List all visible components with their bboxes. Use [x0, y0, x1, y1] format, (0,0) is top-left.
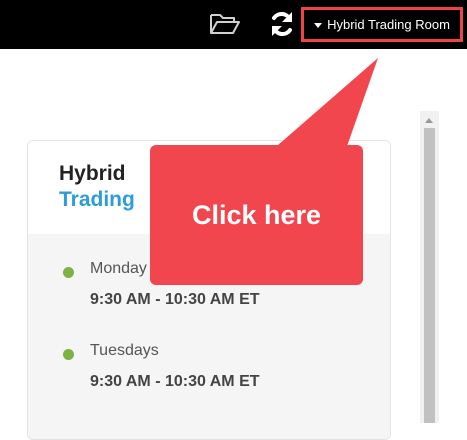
card-title: Hybrid: [59, 162, 126, 185]
callout-text: Click here: [191, 200, 322, 230]
status-dot-icon: [63, 349, 74, 360]
scroll-up-arrow-icon[interactable]: [425, 118, 433, 123]
caret-down-icon: [314, 22, 323, 28]
schedule-day: Monday: [90, 260, 147, 277]
schedule-time: 9:30 AM - 10:30 AM ET: [90, 373, 260, 390]
schedule-time: 9:30 AM - 10:30 AM ET: [90, 291, 260, 308]
schedule-day: Tuesdays: [90, 342, 159, 359]
refresh-icon[interactable]: [269, 10, 295, 38]
click-here-callout: Click here: [150, 145, 363, 285]
scrollbar-thumb[interactable]: [424, 128, 435, 423]
room-selector-label: Hybrid Trading Room: [327, 17, 450, 32]
card-subtitle: Trading: [59, 188, 135, 211]
status-dot-icon: [63, 267, 74, 278]
top-navigation-bar: Hybrid Trading Room: [0, 0, 467, 49]
room-selector-dropdown[interactable]: Hybrid Trading Room: [301, 7, 463, 42]
folder-open-icon[interactable]: [209, 12, 241, 36]
